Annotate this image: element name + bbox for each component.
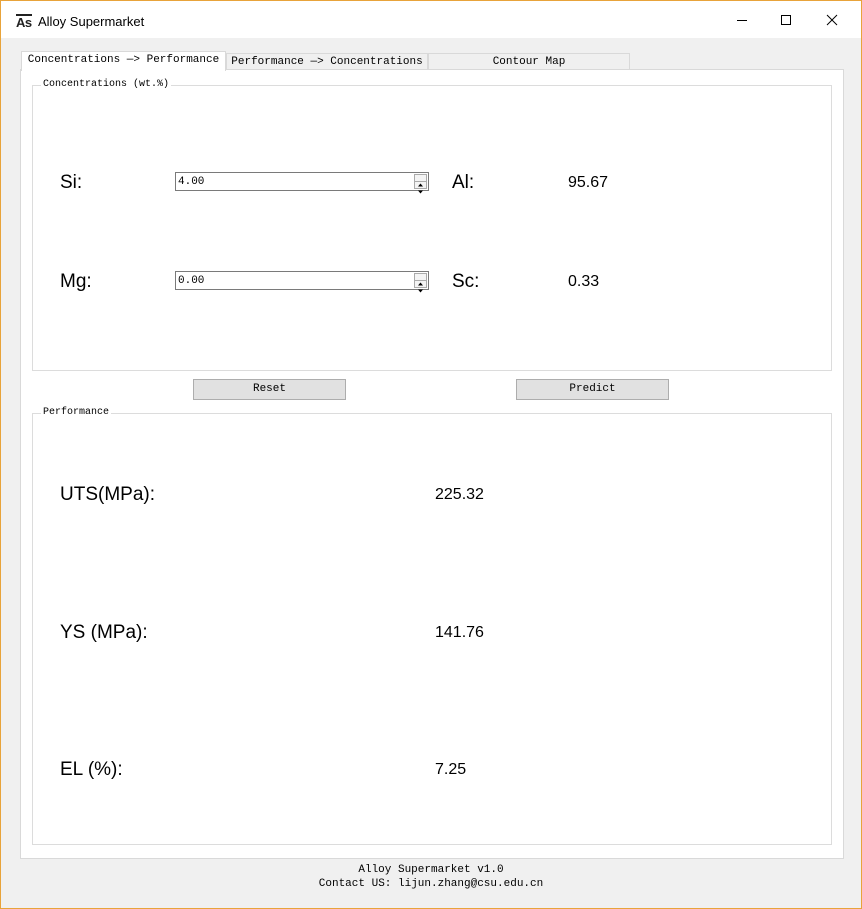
minimize-button[interactable]	[719, 1, 765, 38]
title-bar[interactable]: As Alloy Supermarket	[1, 1, 861, 38]
app-window: As Alloy Supermarket Concentrations —> P…	[0, 0, 862, 909]
si-spin-buttons[interactable]	[414, 174, 427, 194]
si-input[interactable]	[178, 174, 408, 189]
al-value: 95.67	[568, 174, 609, 191]
arrow-down-icon	[418, 190, 423, 194]
maximize-button[interactable]	[763, 1, 809, 38]
uts-value: 225.32	[435, 486, 484, 503]
app-logo-icon: As	[16, 14, 32, 30]
tab-concentrations-to-performance[interactable]: Concentrations —> Performance	[21, 51, 226, 71]
uts-label: UTS(MPa):	[60, 484, 155, 505]
tab-contour-map[interactable]: Contour Map	[428, 53, 630, 70]
el-label: EL (%):	[60, 759, 123, 780]
reset-button[interactable]: Reset	[193, 379, 346, 400]
concentrations-group: Concentrations (wt.%) Si: Al: 95.67	[32, 79, 832, 371]
arrow-down-icon	[418, 289, 423, 293]
mg-spin-down-button[interactable]	[415, 281, 426, 293]
mg-spin-buttons[interactable]	[414, 273, 427, 293]
maximize-icon	[781, 15, 791, 25]
mg-spin-up-button[interactable]	[415, 274, 426, 286]
footer-version: Alloy Supermarket v1.0	[358, 864, 504, 876]
si-spin-up-button[interactable]	[415, 175, 426, 187]
sc-label: Sc:	[452, 271, 480, 292]
mg-input[interactable]	[178, 273, 408, 288]
mg-spinbox[interactable]	[175, 271, 429, 293]
al-label: Al:	[452, 172, 475, 193]
minimize-icon	[737, 20, 747, 21]
predict-button[interactable]: Predict	[516, 379, 669, 400]
si-label: Si:	[60, 172, 83, 193]
el-value: 7.25	[435, 761, 467, 778]
close-button[interactable]	[809, 1, 855, 38]
performance-group-title: Performance	[41, 407, 112, 419]
client-area: Concentrations —> Performance Performanc…	[1, 38, 861, 908]
footer-contact: Contact US: lijun.zhang@csu.edu.cn	[318, 878, 544, 890]
mg-label: Mg:	[60, 271, 92, 292]
ys-label: YS (MPa):	[60, 622, 148, 643]
si-spinbox[interactable]	[175, 172, 429, 194]
sc-value: 0.33	[568, 273, 600, 290]
close-icon	[826, 14, 838, 26]
performance-group: Performance UTS(MPa): 225.32 YS (MPa): 1…	[32, 407, 832, 845]
concentrations-group-title: Concentrations (wt.%)	[41, 79, 172, 91]
window-title: Alloy Supermarket	[38, 14, 145, 29]
si-spin-down-button[interactable]	[415, 182, 426, 194]
tab-panel: Concentrations (wt.%) Si: Al: 95.67	[20, 69, 844, 859]
ys-value: 141.76	[435, 624, 484, 641]
tab-performance-to-concentrations[interactable]: Performance —> Concentrations	[226, 53, 428, 70]
